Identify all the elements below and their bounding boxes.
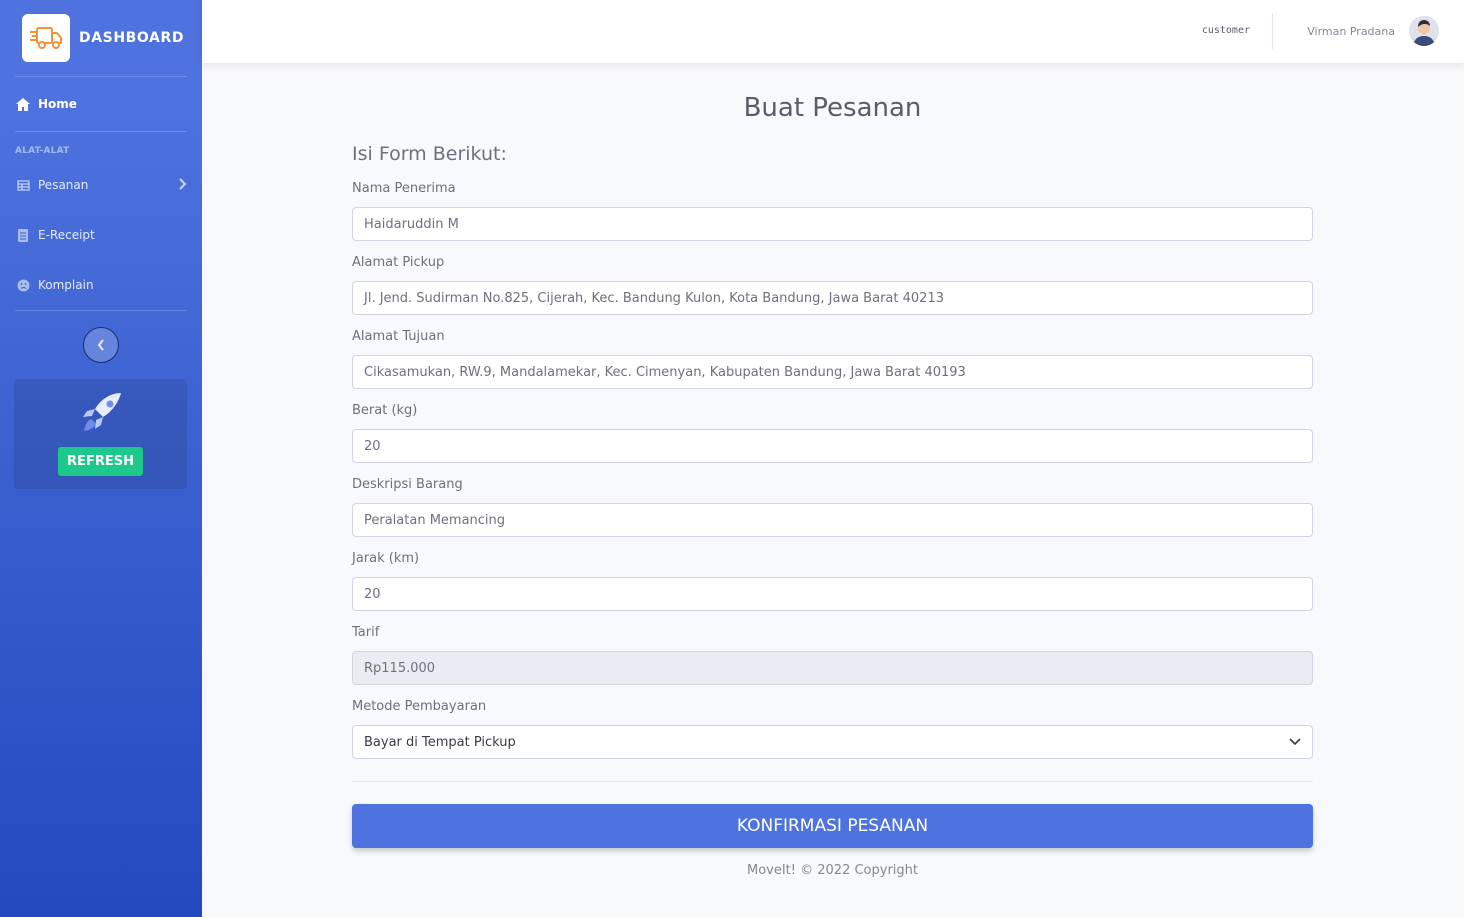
rocket-icon (77, 391, 125, 439)
sidebar-heading: ALAT-ALAT (15, 146, 70, 156)
form-title: Isi Form Berikut: (352, 143, 507, 165)
distance-label: Jarak (km) (352, 551, 420, 566)
item-description-label: Deskripsi Barang (352, 477, 463, 492)
chevron-left-icon (97, 336, 105, 355)
sidebar-item-label: Home (38, 97, 77, 111)
sidebar-item-label: Pesanan (38, 178, 89, 192)
weight-input[interactable]: 20 (352, 429, 1313, 463)
tariff-label: Tarif (352, 625, 380, 640)
input-value: 20 (364, 586, 381, 602)
sidebar-item-home[interactable]: Home (0, 77, 202, 131)
user-name[interactable]: Virman Pradana (1307, 25, 1395, 38)
user-role-label: customer (1201, 25, 1250, 36)
pickup-address-label: Alamat Pickup (352, 255, 445, 270)
chevron-down-icon (1289, 735, 1301, 750)
form-divider (352, 781, 1313, 782)
input-value: Rp115.000 (364, 660, 436, 676)
sidebar-brand[interactable]: DASHBOARD (0, 0, 202, 76)
sad-face-icon (15, 278, 31, 292)
input-value: Jl. Jend. Sudirman No.825, Cijerah, Kec.… (364, 290, 944, 306)
brand-title: DASHBOARD (79, 30, 185, 46)
home-icon (15, 97, 31, 111)
destination-address-input[interactable]: Cikasamukan, RW.9, Mandalamekar, Kec. Ci… (352, 355, 1313, 389)
refresh-button[interactable]: REFRESH (58, 447, 143, 476)
receipt-icon (15, 228, 31, 242)
input-value: 20 (364, 438, 381, 454)
destination-address-label: Alamat Tujuan (352, 329, 445, 344)
distance-input[interactable]: 20 (352, 577, 1313, 611)
select-value: Bayar di Tempat Pickup (364, 734, 516, 750)
order-form: Buat Pesanan Isi Form Berikut: Nama Pene… (352, 63, 1313, 878)
sidebar-toggle-button[interactable] (83, 327, 119, 363)
tariff-field: Rp115.000 (352, 651, 1313, 685)
pickup-address-input[interactable]: Jl. Jend. Sudirman No.825, Cijerah, Kec.… (352, 281, 1313, 315)
footer-copyright: MoveIt! © 2022 Copyright (746, 863, 918, 878)
table-icon (15, 178, 31, 192)
sidebar: DASHBOARD Home ALAT-ALAT Pesanan E-Recei… (0, 0, 202, 917)
sidebar-item-komplain[interactable]: Komplain (0, 260, 202, 310)
payment-method-label: Metode Pembayaran (352, 699, 487, 714)
chevron-right-icon (179, 177, 187, 193)
sidebar-item-label: Komplain (38, 278, 94, 292)
sidebar-item-label: E-Receipt (38, 228, 95, 242)
sidebar-item-pesanan[interactable]: Pesanan (0, 160, 202, 210)
confirm-order-button[interactable]: KONFIRMASI PESANAN (352, 804, 1313, 848)
recipient-name-input[interactable]: Haidaruddin M (352, 207, 1313, 241)
sidebar-divider (15, 310, 187, 311)
input-value: Haidaruddin M (364, 216, 459, 232)
topbar: customer Virman Pradana (202, 0, 1464, 63)
recipient-name-label: Nama Penerima (352, 181, 456, 196)
payment-method-select[interactable]: Bayar di Tempat Pickup (352, 725, 1313, 759)
item-description-input[interactable]: Peralatan Memancing (352, 503, 1313, 537)
page-title: Buat Pesanan (743, 93, 922, 123)
weight-label: Berat (kg) (352, 403, 418, 418)
truck-logo-icon (22, 14, 70, 62)
input-value: Cikasamukan, RW.9, Mandalamekar, Kec. Ci… (364, 364, 966, 380)
sidebar-promo-card: REFRESH (14, 379, 187, 489)
topbar-divider (1272, 13, 1273, 49)
input-value: Peralatan Memancing (364, 512, 506, 528)
avatar[interactable] (1409, 16, 1439, 46)
sidebar-item-e-receipt[interactable]: E-Receipt (0, 210, 202, 260)
